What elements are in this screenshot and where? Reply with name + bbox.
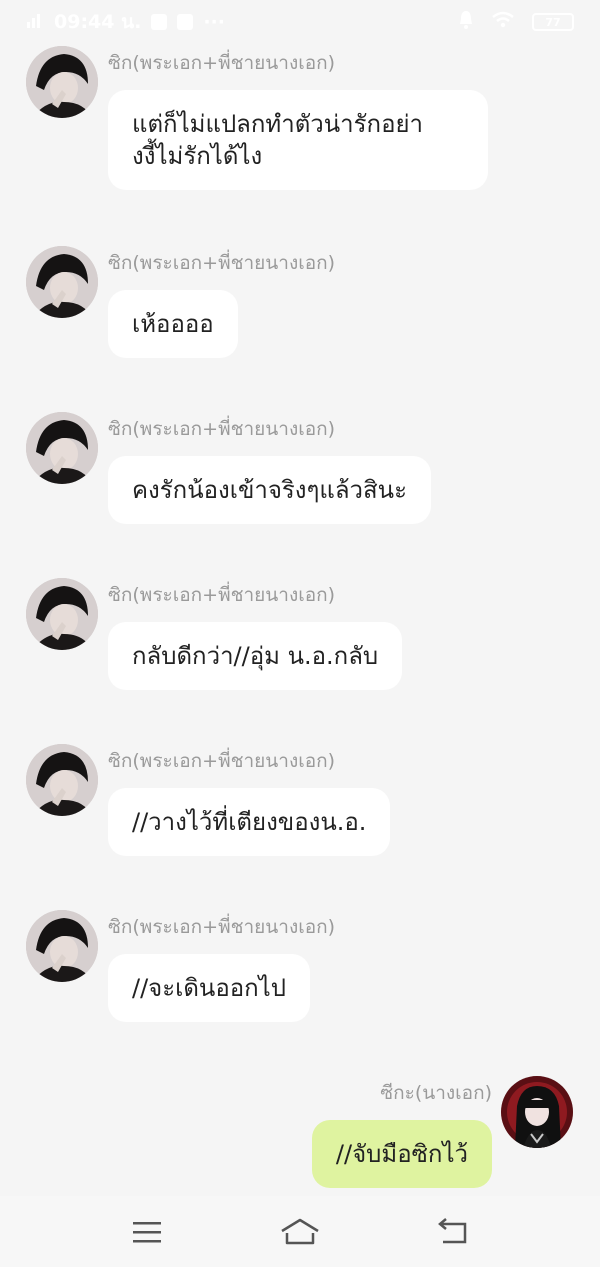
sender-name-self: ซีกะ(นางเอก) <box>380 1082 492 1104</box>
avatar[interactable] <box>26 578 98 650</box>
avatar[interactable] <box>26 744 98 816</box>
back-icon <box>438 1217 467 1243</box>
message-bubble[interactable]: กลับดีกว่า//อุ่ม น.อ.กลับ <box>108 622 403 690</box>
message-text-line: งงี้ไม่รักได้ไง <box>132 142 263 170</box>
message-bubble[interactable]: //จะเดินออกไป <box>108 954 310 1022</box>
avatar[interactable] <box>26 246 98 318</box>
avatar[interactable] <box>26 412 98 484</box>
avatar-self[interactable] <box>501 1076 573 1148</box>
app-notification-icon <box>177 14 194 30</box>
more-notifications-icon: ··· <box>203 11 225 33</box>
notification-icon <box>151 14 168 30</box>
status-bar: 09:44 น. ··· 77 <box>0 0 600 44</box>
navigation-bar <box>0 1196 600 1267</box>
avatar-male-image <box>26 412 98 484</box>
message-text: คงรักน้องเข้าจริงๆแล้วสินะ <box>132 476 407 504</box>
message-bubble-self[interactable]: //จับมือซิกไว้ <box>311 1120 492 1188</box>
message-text: เห้ออออ <box>132 310 214 338</box>
avatar-male-image <box>26 744 98 816</box>
home-icon <box>281 1218 319 1244</box>
avatar-male-image <box>26 46 98 118</box>
message-text: //จับมือซิกไว้ <box>335 1140 468 1168</box>
message-text: //วางไว้ที่เตียงของน.อ. <box>132 808 367 836</box>
message-bubble[interactable]: แต่ก็ไม่แปลกทำตัวน่ารักอย่า งงี้ไม่รักได… <box>108 90 488 190</box>
sender-name: ซิก(พระเอก+พี่ชายนางเอก) <box>108 750 336 772</box>
avatar[interactable] <box>26 910 98 982</box>
sender-name: ซิก(พระเอก+พี่ชายนางเอก) <box>108 252 336 274</box>
avatar-male-image <box>26 910 98 982</box>
sender-name: ซิก(พระเอก+พี่ชายนางเอก) <box>108 418 336 440</box>
back-button[interactable] <box>423 1212 483 1252</box>
menu-icon <box>132 1221 161 1242</box>
avatar-male-image <box>26 578 98 650</box>
message-bubble[interactable]: เห้ออออ <box>108 290 238 358</box>
message-bubble[interactable]: //วางไว้ที่เตียงของน.อ. <box>108 788 391 856</box>
message-text: กลับดีกว่า//อุ่ม น.อ.กลับ <box>132 642 379 670</box>
battery-indicator: 77 <box>532 13 574 31</box>
home-button[interactable] <box>270 1212 330 1252</box>
message-text-line: แต่ก็ไม่แปลกทำตัวน่ารักอย่า <box>132 110 424 138</box>
status-time: 09:44 น. <box>54 11 142 33</box>
sender-name: ซิก(พระเอก+พี่ชายนางเอก) <box>108 584 336 606</box>
sender-name: ซิก(พระเอก+พี่ชายนางเอก) <box>108 916 336 938</box>
avatar[interactable] <box>26 46 98 118</box>
signal-icon <box>26 11 44 34</box>
alarm-icon <box>458 10 474 35</box>
message-text: //จะเดินออกไป <box>132 974 286 1002</box>
menu-button[interactable] <box>117 1212 177 1252</box>
wifi-icon <box>492 11 514 34</box>
avatar-female-image <box>501 1076 573 1148</box>
avatar-male-image <box>26 246 98 318</box>
message-bubble[interactable]: คงรักน้องเข้าจริงๆแล้วสินะ <box>108 456 431 524</box>
sender-name: ซิก(พระเอก+พี่ชายนางเอก) <box>108 52 336 74</box>
